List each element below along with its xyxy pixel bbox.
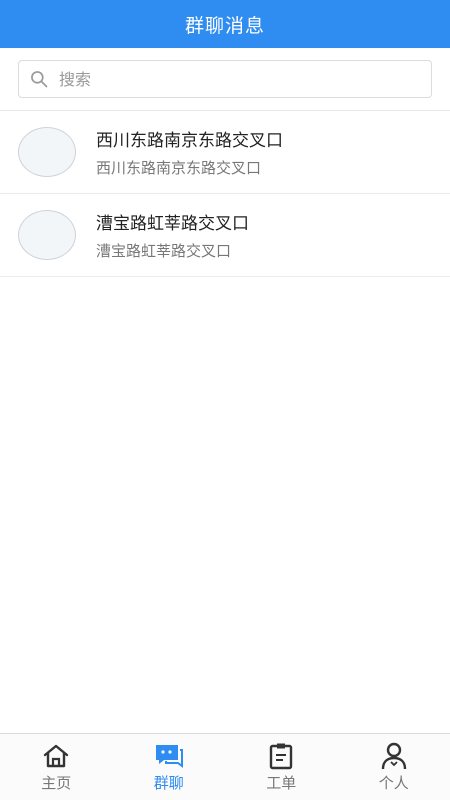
search-area [0,48,450,111]
bottom-tab-bar: 主页 群聊 工单 个人 [0,733,450,800]
tab-profile[interactable]: 个人 [338,734,450,800]
tab-label: 主页 [41,773,72,792]
tab-home[interactable]: 主页 [0,734,113,800]
search-icon [31,71,48,88]
search-input[interactable] [57,68,431,90]
tab-label: 工单 [266,773,297,792]
chat-title: 西川东路南京东路交叉口 [96,131,283,151]
header-bar: 群聊消息 [0,0,450,48]
screen: 群聊消息 西川东路南京东路交叉口 西川东路南京东路交叉口 漕宝路虹莘路交叉口 漕… [0,0,450,800]
chat-item-text: 漕宝路虹莘路交叉口 漕宝路虹莘路交叉口 [96,209,249,261]
chat-subtitle: 西川东路南京东路交叉口 [96,159,262,177]
chat-item-text: 西川东路南京东路交叉口 西川东路南京东路交叉口 [96,126,283,178]
chat-icon [155,744,183,768]
avatar [18,127,76,177]
tab-label: 群聊 [153,773,184,792]
person-icon [381,742,406,769]
chat-title: 漕宝路虹莘路交叉口 [96,214,249,234]
clipboard-icon [270,743,293,769]
page-title: 群聊消息 [184,14,265,37]
chat-list: 西川东路南京东路交叉口 西川东路南京东路交叉口 漕宝路虹莘路交叉口 漕宝路虹莘路… [0,111,450,277]
home-icon [44,744,69,767]
chat-list-item[interactable]: 漕宝路虹莘路交叉口 漕宝路虹莘路交叉口 [0,194,450,277]
chat-list-item[interactable]: 西川东路南京东路交叉口 西川东路南京东路交叉口 [0,111,450,194]
tab-label: 个人 [378,773,409,792]
tab-work-order[interactable]: 工单 [225,734,338,800]
chat-subtitle: 漕宝路虹莘路交叉口 [96,242,232,260]
search-box[interactable] [18,60,432,98]
tab-group-chat[interactable]: 群聊 [113,734,226,800]
avatar [18,210,76,260]
